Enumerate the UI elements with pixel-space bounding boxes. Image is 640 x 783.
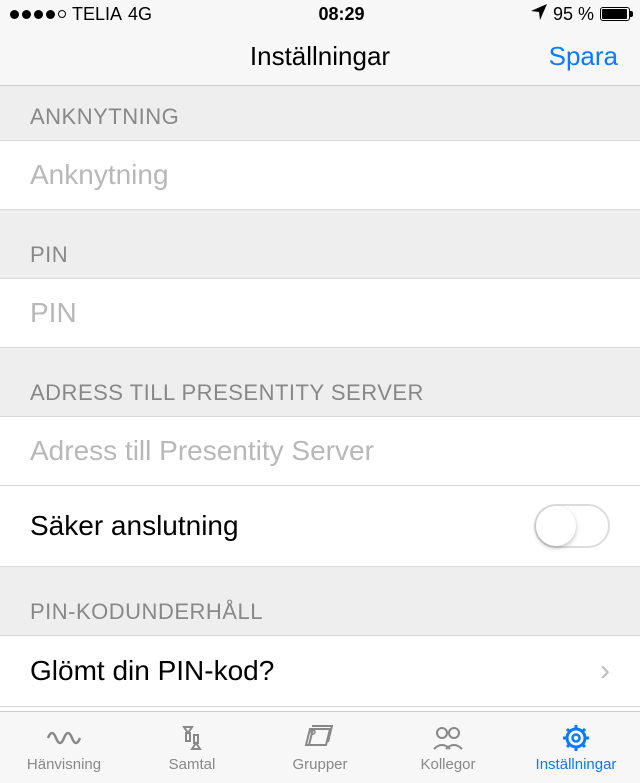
- network-label: 4G: [128, 4, 152, 25]
- calls-icon: [174, 723, 210, 753]
- referral-icon: [46, 723, 82, 753]
- tab-kollegor[interactable]: Kollegor: [384, 712, 512, 783]
- page-title: Inställningar: [250, 41, 390, 72]
- battery-icon: [600, 7, 630, 21]
- tab-bar: Hänvisning Samtal Grupper Kollegor Instä…: [0, 711, 640, 783]
- section-header-extension: ANKNYTNING: [0, 86, 640, 140]
- tab-installningar[interactable]: Inställningar: [512, 712, 640, 783]
- status-right: 95 %: [531, 4, 630, 25]
- pin-row[interactable]: [0, 278, 640, 348]
- forgot-pin-label: Glömt din PIN-kod?: [30, 655, 274, 687]
- clock: 08:29: [152, 4, 531, 25]
- secure-connection-label: Säker anslutning: [30, 510, 239, 542]
- gear-icon: [558, 723, 594, 753]
- status-bar: TELIA 4G 08:29 95 %: [0, 0, 640, 28]
- colleagues-icon: [430, 723, 466, 753]
- chevron-right-icon: ›: [600, 654, 610, 688]
- save-button[interactable]: Spara: [549, 41, 618, 72]
- status-left: TELIA 4G: [10, 4, 152, 25]
- tab-label: Inställningar: [536, 756, 617, 773]
- server-address-row[interactable]: [0, 416, 640, 485]
- secure-connection-row: Säker anslutning: [0, 485, 640, 567]
- server-address-input[interactable]: [30, 435, 610, 467]
- tab-label: Grupper: [292, 756, 347, 773]
- toggle-knob: [536, 506, 576, 546]
- section-header-pin-maintenance: PIN-KODUNDERHÅLL: [0, 567, 640, 635]
- carrier-label: TELIA: [72, 4, 122, 25]
- extension-row[interactable]: [0, 140, 640, 210]
- pin-input[interactable]: [30, 297, 610, 329]
- signal-strength-icon: [10, 10, 66, 19]
- extension-input[interactable]: [30, 159, 610, 191]
- tab-grupper[interactable]: Grupper: [256, 712, 384, 783]
- tab-label: Samtal: [169, 756, 216, 773]
- tab-label: Kollegor: [420, 756, 475, 773]
- forgot-pin-row[interactable]: Glömt din PIN-kod? ›: [0, 635, 640, 706]
- tab-samtal[interactable]: Samtal: [128, 712, 256, 783]
- location-icon: [531, 4, 547, 25]
- tab-hanvisning[interactable]: Hänvisning: [0, 712, 128, 783]
- secure-connection-toggle[interactable]: [534, 504, 610, 548]
- section-header-server: ADRESS TILL PRESENTITY SERVER: [0, 348, 640, 416]
- battery-percent: 95 %: [553, 4, 594, 25]
- groups-icon: [302, 723, 338, 753]
- tab-label: Hänvisning: [27, 756, 101, 773]
- section-header-pin: PIN: [0, 210, 640, 278]
- navigation-bar: Inställningar Spara: [0, 28, 640, 86]
